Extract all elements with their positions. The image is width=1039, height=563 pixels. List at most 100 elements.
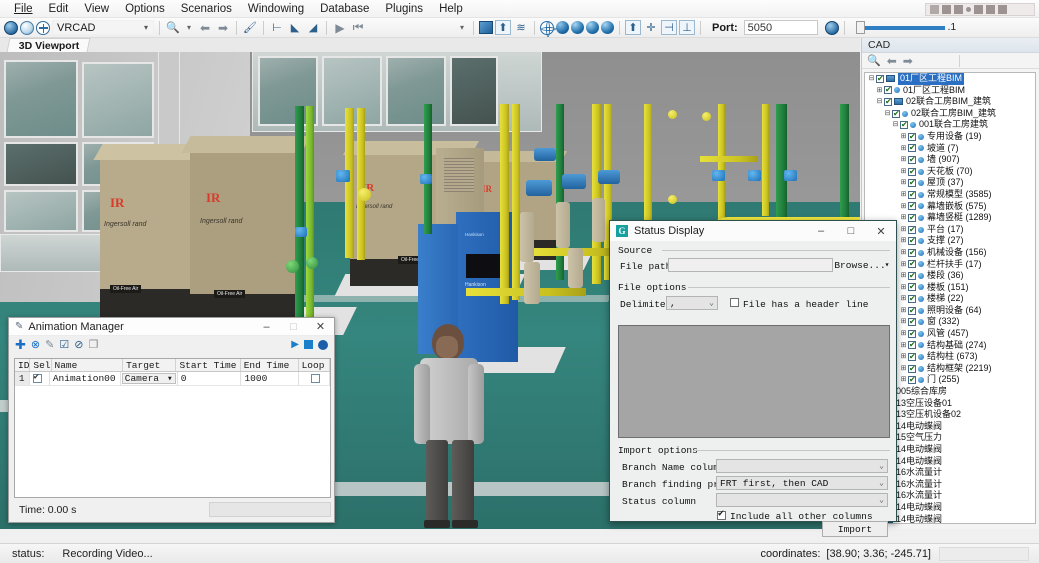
cross-icon[interactable]: ✛: [643, 20, 659, 35]
menu-item-plugins[interactable]: Plugins: [377, 2, 431, 16]
import-button[interactable]: Import: [822, 521, 888, 537]
minimize-button[interactable]: –: [806, 221, 836, 241]
image-icon[interactable]: [479, 21, 493, 34]
cell-target[interactable]: Camera ▾: [121, 372, 178, 385]
port-input[interactable]: 5050: [744, 20, 818, 35]
stop-icon[interactable]: [304, 340, 313, 349]
tree-node-checkbox[interactable]: [884, 98, 892, 106]
collapse-icon[interactable]: ⊟: [891, 119, 900, 131]
tree-node-checkbox[interactable]: [884, 86, 892, 94]
collapse-icon[interactable]: ⊟: [875, 96, 884, 108]
cell-start-time[interactable]: 0: [178, 372, 242, 385]
record-icon[interactable]: [318, 340, 328, 350]
expand-icon[interactable]: ⊞: [899, 316, 908, 328]
tree-node-checkbox[interactable]: [908, 307, 916, 315]
tree-node-checkbox[interactable]: [876, 75, 884, 83]
status-column-select[interactable]: ⌄: [716, 493, 888, 507]
delete-icon[interactable]: ⊗: [31, 338, 40, 351]
header-line-checkbox[interactable]: [730, 298, 739, 307]
table-row[interactable]: 1 Animation00 Camera ▾ 0 1000: [15, 372, 330, 386]
menu-item-options[interactable]: Options: [117, 2, 173, 16]
tree-node[interactable]: ⊞专用设备 (19): [865, 131, 1035, 143]
angle-icon[interactable]: ◣: [287, 20, 303, 35]
expand-icon[interactable]: ⊞: [899, 363, 908, 375]
menu-item-file[interactable]: File: [6, 2, 41, 16]
expand-icon[interactable]: ⊞: [899, 224, 908, 236]
tree-node-checkbox[interactable]: [908, 376, 916, 384]
branch-name-select[interactable]: ⌄: [716, 459, 888, 473]
tree-node[interactable]: ⊞01厂区工程BIM: [865, 85, 1035, 97]
status-display-window[interactable]: G Status Display – □ ✕ Source File path …: [609, 220, 897, 522]
ime-dot-icon[interactable]: [966, 7, 971, 12]
tree-node[interactable]: ⊟02联合工房BIM_建筑: [865, 108, 1035, 120]
arrow-left-icon[interactable]: ⬅: [197, 20, 213, 35]
status-display-titlebar[interactable]: G Status Display – □ ✕: [610, 221, 896, 241]
expand-icon[interactable]: ⊞: [899, 340, 908, 352]
include-all-checkbox[interactable]: [717, 511, 726, 520]
collapse-icon[interactable]: ⊟: [867, 73, 876, 85]
expand-icon[interactable]: ⊞: [899, 282, 908, 294]
close-button[interactable]: ✕: [866, 221, 896, 241]
flag-icon[interactable]: ⊢: [269, 20, 285, 35]
expand-icon[interactable]: ⊞: [899, 166, 908, 178]
globe-plus-icon[interactable]: [36, 21, 50, 35]
maximize-button[interactable]: □: [280, 318, 307, 336]
sphere-2-icon[interactable]: [571, 21, 584, 34]
sphere-3-icon[interactable]: [586, 21, 599, 34]
branch-finding-select[interactable]: FRT first, then CAD ⌄: [716, 476, 888, 490]
wave-icon[interactable]: ≋: [513, 20, 529, 35]
menu-item-help[interactable]: Help: [431, 2, 471, 16]
add-icon[interactable]: ✚: [15, 337, 26, 353]
tree-node-checkbox[interactable]: [908, 144, 916, 152]
rewind-icon[interactable]: ⏮: [350, 20, 366, 35]
tree-node[interactable]: ⊞屋顶 (37): [865, 177, 1035, 189]
sphere-4-icon[interactable]: [601, 21, 614, 34]
expand-icon[interactable]: ⊞: [899, 201, 908, 213]
toolbar-overflow-icon[interactable]: ▾: [456, 23, 468, 32]
tree-node-checkbox[interactable]: [908, 260, 916, 268]
tree-node-checkbox[interactable]: [908, 133, 916, 141]
tree-node-checkbox[interactable]: [908, 179, 916, 187]
marker-icon[interactable]: ⬆: [495, 20, 511, 35]
delimiter-select[interactable]: , ⌄: [666, 296, 718, 310]
expand-icon[interactable]: ⊞: [899, 270, 908, 282]
ime-keyboard-icon[interactable]: [974, 5, 983, 14]
arrow-right-icon[interactable]: ➡: [903, 54, 913, 68]
collapse-icon[interactable]: ⊟: [883, 108, 892, 120]
play-icon[interactable]: ▶: [332, 20, 348, 35]
menu-item-edit[interactable]: Edit: [41, 2, 77, 16]
tree-node-checkbox[interactable]: [908, 214, 916, 222]
expand-icon[interactable]: ⊞: [899, 235, 908, 247]
tree-node[interactable]: ⊟02联合工房BIM_建筑: [865, 96, 1035, 108]
expand-icon[interactable]: ⊞: [899, 143, 908, 155]
cell-sel[interactable]: [30, 372, 50, 385]
cell-end-time[interactable]: 1000: [241, 372, 298, 385]
target-select[interactable]: Camera ▾: [122, 373, 176, 384]
tree-node[interactable]: ⊞常规模型 (3585): [865, 189, 1035, 201]
row-select-checkbox[interactable]: [33, 374, 42, 383]
expand-icon[interactable]: ⊞: [899, 374, 908, 386]
file-path-input[interactable]: [668, 258, 833, 272]
expand-icon[interactable]: ⊞: [899, 351, 908, 363]
tree-node[interactable]: ⊞坡道 (7): [865, 143, 1035, 155]
tree-node-checkbox[interactable]: [908, 202, 916, 210]
triangle-icon[interactable]: ◢: [305, 20, 321, 35]
slider-handle[interactable]: [856, 21, 865, 34]
menu-item-view[interactable]: View: [76, 2, 117, 16]
expand-icon[interactable]: ⊞: [899, 189, 908, 201]
ime-language-bar[interactable]: [925, 3, 1035, 16]
tree-node-checkbox[interactable]: [900, 121, 908, 129]
expand-icon[interactable]: ⊞: [899, 293, 908, 305]
check-icon[interactable]: ☑: [59, 338, 69, 351]
align-right-icon[interactable]: ⊣: [661, 20, 677, 35]
tree-node-checkbox[interactable]: [908, 226, 916, 234]
loop-checkbox[interactable]: [311, 374, 320, 383]
animation-manager-window[interactable]: ✎ Animation Manager – □ ✕ ✚ ⊗ ✎ ☑ ⊘ ❐ ▶ …: [8, 317, 335, 523]
sphere-1-icon[interactable]: [556, 21, 569, 34]
expand-icon[interactable]: ⊞: [899, 212, 908, 224]
browse-button[interactable]: Browse...: [838, 258, 882, 272]
arrow-right-icon[interactable]: ➡: [215, 20, 231, 35]
expand-icon[interactable]: ⊞: [899, 154, 908, 166]
tree-node[interactable]: ⊟001联合工房建筑: [865, 119, 1035, 131]
tree-node-checkbox[interactable]: [908, 341, 916, 349]
